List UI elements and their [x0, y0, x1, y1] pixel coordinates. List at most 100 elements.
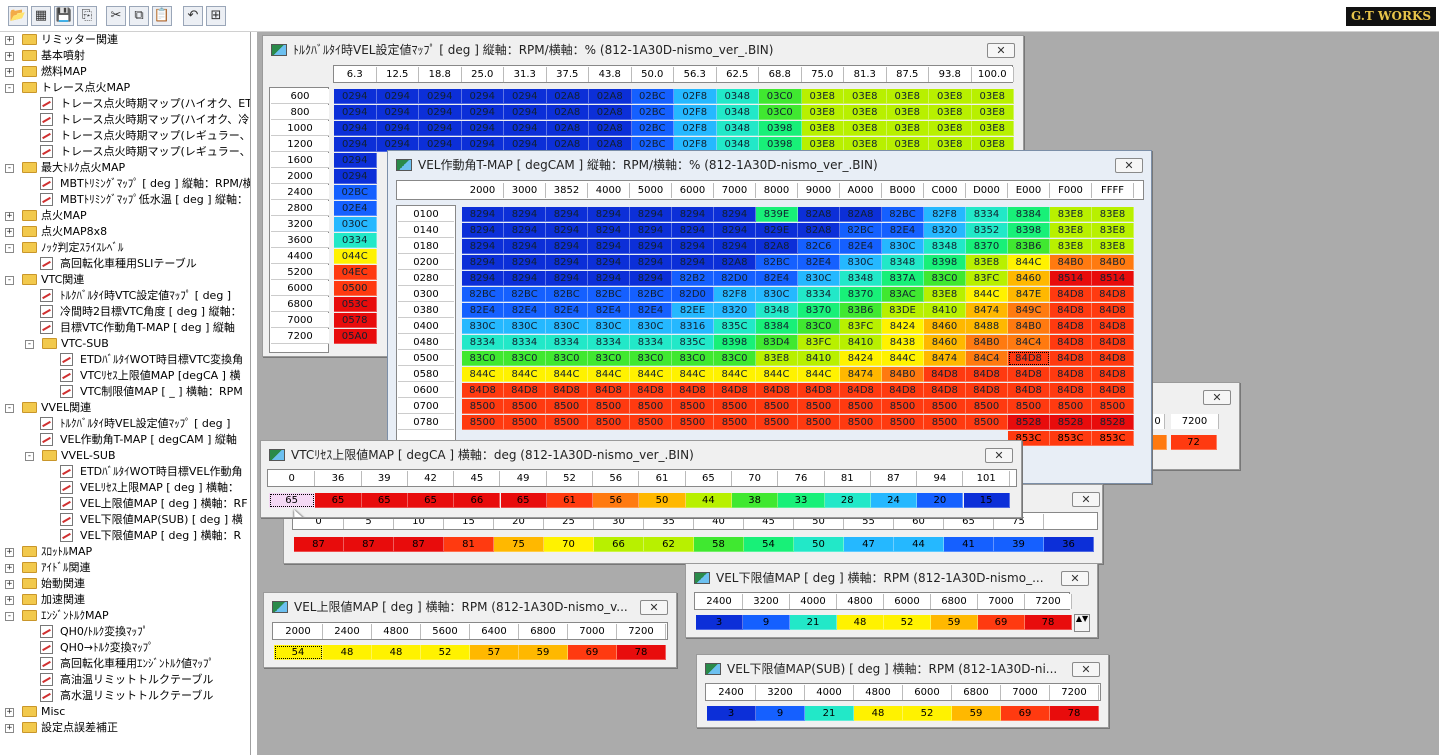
expand-icon[interactable]: +	[5, 580, 14, 589]
map-cell[interactable]: 84D8	[756, 383, 798, 398]
tree-folder[interactable]: + 基本噴射	[0, 48, 250, 64]
map-cell[interactable]: 84D8	[1050, 351, 1092, 366]
map-cell[interactable]: 8316	[672, 319, 714, 334]
map-cell[interactable]: 69	[1001, 706, 1050, 721]
map-cell[interactable]: 83E8	[924, 287, 966, 302]
map-cell[interactable]: 78	[617, 645, 666, 660]
map-cell[interactable]: 65	[361, 493, 408, 508]
map-cell[interactable]: 83C0	[798, 319, 840, 334]
map-cell[interactable]: 65	[269, 493, 316, 508]
map-cell[interactable]: 03E8	[886, 105, 929, 120]
map-cell[interactable]: 20	[917, 493, 964, 508]
map-cell[interactable]: 8398	[1008, 223, 1050, 238]
map-cell[interactable]: 82BC	[840, 223, 882, 238]
map-cell[interactable]: 83AC	[882, 287, 924, 302]
map-cell[interactable]: 835C	[672, 335, 714, 350]
map-cell[interactable]: 847E	[1008, 287, 1050, 302]
map-cell[interactable]: 8294	[546, 207, 588, 222]
map-cell[interactable]: 8294	[672, 207, 714, 222]
spin-button[interactable]: ▲▼	[1074, 614, 1090, 632]
map-cell[interactable]: 3	[707, 706, 756, 721]
map-cell[interactable]: 21	[805, 706, 854, 721]
map-cell[interactable]: 21	[790, 615, 837, 630]
map-cell[interactable]: 03E8	[844, 89, 887, 104]
close-button[interactable]: ✕	[987, 43, 1015, 58]
map-cell[interactable]: 844C	[462, 367, 504, 382]
map-cell[interactable]: 8294	[588, 271, 630, 286]
map-cell[interactable]: 8500	[882, 399, 924, 414]
map-cell[interactable]: 03E8	[886, 121, 929, 136]
map-cell[interactable]: 02F8	[674, 89, 717, 104]
map-cell[interactable]: 8294	[714, 223, 756, 238]
map-cell[interactable]: 81	[444, 537, 494, 552]
map-cell[interactable]: 8348	[924, 239, 966, 254]
map-cell[interactable]: 844C	[504, 367, 546, 382]
map-cell[interactable]: 849C	[1008, 303, 1050, 318]
map-cell[interactable]: 82E4	[462, 303, 504, 318]
map-cell[interactable]: 36	[1044, 537, 1094, 552]
map-cell[interactable]: 62	[644, 537, 694, 552]
map-cell[interactable]: 03E8	[801, 121, 844, 136]
map-cell[interactable]: 8410	[924, 303, 966, 318]
map-cell[interactable]: 02BC	[631, 105, 674, 120]
map-cell[interactable]: 59	[931, 615, 978, 630]
map-cell[interactable]: 48	[837, 615, 884, 630]
map-cell[interactable]: 54	[744, 537, 794, 552]
map-cell[interactable]: 82E4	[882, 223, 924, 238]
map-cell[interactable]: 8294	[714, 207, 756, 222]
map-cell[interactable]: 84D8	[966, 383, 1008, 398]
map-cell[interactable]: 03E8	[971, 105, 1014, 120]
tree-item[interactable]: VEL作動角T-MAP [ degCAM ] 縦軸	[0, 432, 250, 448]
map-cell[interactable]: 48	[372, 645, 421, 660]
map-cell[interactable]: 50	[794, 537, 844, 552]
map-cell[interactable]: 02F8	[674, 105, 717, 120]
map-cell[interactable]: 8294	[672, 255, 714, 270]
map-cell[interactable]: 0294	[376, 89, 419, 104]
map-cell[interactable]: 84C4	[966, 351, 1008, 366]
map-cell[interactable]: 0500	[334, 281, 377, 296]
map-cell[interactable]: 044C	[334, 249, 377, 264]
map-cell[interactable]: 8474	[924, 351, 966, 366]
map-cell[interactable]: 0294	[419, 121, 462, 136]
map-cell[interactable]: 82B2	[672, 271, 714, 286]
map-cell[interactable]: 83E8	[756, 351, 798, 366]
tree-folder[interactable]: + 設定点誤差補正	[0, 720, 250, 736]
map-cell[interactable]: 83E8	[966, 255, 1008, 270]
map-cell[interactable]: 02BC	[334, 185, 377, 200]
map-cell[interactable]: 84D8	[882, 383, 924, 398]
map-cell[interactable]: 844C	[756, 367, 798, 382]
tree-item[interactable]: 高回転化車種用ｴﾝｼﾞﾝﾄﾙｸ値ﾏｯﾌﾟ	[0, 656, 250, 672]
map-cell[interactable]: 0294	[376, 105, 419, 120]
map-cell[interactable]: 84D8	[1092, 367, 1134, 382]
map-cell[interactable]: 48	[854, 706, 903, 721]
map-cell[interactable]: 65	[500, 493, 547, 508]
map-cell[interactable]: 844C	[714, 367, 756, 382]
map-cell[interactable]: 28	[824, 493, 871, 508]
map-cell[interactable]: 03E8	[844, 121, 887, 136]
map-cell[interactable]: 03C0	[759, 89, 802, 104]
map-cell[interactable]: 82F8	[924, 207, 966, 222]
map-cell[interactable]: 8320	[924, 223, 966, 238]
map-cell[interactable]: 8424	[840, 351, 882, 366]
map-cell[interactable]: 54	[274, 645, 323, 660]
window-vel-lower-map[interactable]: VEL下限値MAP [ deg ] 横軸：RPM (812-1A30D-nism…	[685, 563, 1098, 638]
tree-folder[interactable]: - ｴﾝｼﾞﾝﾄﾙｸMAP	[0, 608, 250, 624]
map-cell[interactable]: 8294	[504, 239, 546, 254]
map-cell[interactable]: 8500	[630, 399, 672, 414]
map-cell[interactable]: 84D8	[1008, 351, 1050, 366]
map-cell[interactable]: 84B0	[1008, 319, 1050, 334]
tree-folder[interactable]: - VTC-SUB	[0, 336, 250, 352]
map-cell[interactable]: 84D8	[1008, 367, 1050, 382]
map-cell[interactable]: 9	[743, 615, 790, 630]
map-cell[interactable]: 8294	[504, 207, 546, 222]
map-cell[interactable]: 844C	[588, 367, 630, 382]
map-cell[interactable]: 83FC	[840, 319, 882, 334]
map-cell[interactable]: 05A0	[334, 329, 377, 344]
map-cell[interactable]: 844C	[672, 367, 714, 382]
map-cell[interactable]: 0294	[504, 89, 547, 104]
map-cell[interactable]: 50	[639, 493, 686, 508]
map-cell[interactable]: 8294	[630, 223, 672, 238]
map-cell[interactable]: 8500	[546, 415, 588, 430]
map-cell[interactable]: 0348	[716, 89, 759, 104]
tree-item[interactable]: ETDﾊﾞﾙﾀｲWOT時目標VTC変換角	[0, 352, 250, 368]
